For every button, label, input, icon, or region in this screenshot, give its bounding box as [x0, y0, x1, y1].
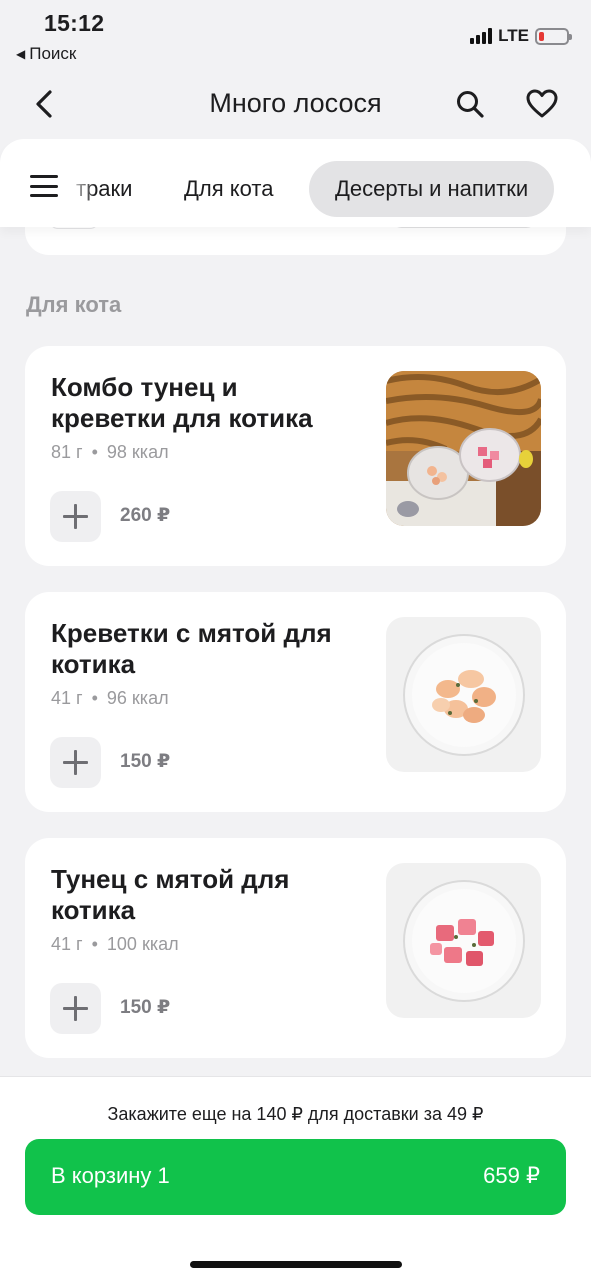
status-back-label: Поиск: [29, 44, 77, 63]
cart-total: 659 ₽: [483, 1163, 540, 1188]
product-card[interactable]: Креветки с мятой для котика 41 г • 96 ккал…: [25, 592, 566, 812]
heart-icon: [526, 89, 558, 118]
home-indicator: [190, 1261, 402, 1268]
tab-desserts-drinks[interactable]: Десерты и напитки: [309, 161, 555, 217]
status-bar: 15:12 ◀ Поиск LTE: [0, 0, 591, 72]
product-weight: 81 г: [51, 442, 83, 462]
product-card[interactable]: Комбо тунец и креветки для котика 81 г • 9…: [25, 346, 566, 566]
product-calories: 98 ккал: [106, 442, 169, 462]
section-title: Для кота: [26, 292, 122, 317]
product-meta: 81 г • 98 ккал: [51, 442, 169, 462]
tab-fade-overlay: [66, 161, 96, 217]
back-triangle-icon: ◀: [16, 47, 26, 61]
cart-button[interactable]: В корзину 1 659 ₽: [25, 1139, 566, 1215]
network-type: LTE: [498, 26, 529, 45]
product-name: Комбо тунец и креветки для котика: [51, 372, 313, 433]
signal-icon: [470, 28, 493, 44]
product-name: Креветки с мятой для котика: [51, 618, 332, 679]
product-weight: 41 г: [51, 934, 83, 954]
product-meta: 41 г • 96 ккал: [51, 688, 169, 708]
search-icon: [457, 91, 484, 118]
product-image: [386, 371, 541, 526]
favorite-button[interactable]: [522, 86, 562, 122]
product-card[interactable]: Тунец с мятой для котика 41 г • 100 ккал 1…: [25, 838, 566, 1058]
page-title: Много лосося: [209, 88, 382, 118]
category-bar: траки Для кота Десерты и напитки: [0, 139, 591, 227]
product-meta: 41 г • 100 ккал: [51, 934, 179, 954]
add-to-cart-button[interactable]: [50, 491, 101, 542]
product-name: Тунец с мятой для котика: [51, 864, 290, 925]
battery-icon: [535, 27, 572, 45]
product-price: 150 ₽: [120, 751, 171, 772]
product-image: [386, 863, 541, 1018]
search-button[interactable]: [450, 86, 490, 122]
product-price: 260 ₽: [120, 505, 171, 526]
product-calories: 100 ккал: [106, 934, 179, 954]
delivery-note: Закажите еще на 140 ₽ для доставки за 49…: [107, 1104, 484, 1124]
product-price: 150 ₽: [120, 997, 171, 1018]
status-indicators: LTE: [470, 26, 572, 46]
product-calories: 96 ккал: [106, 688, 169, 708]
add-to-cart-button[interactable]: [50, 983, 101, 1034]
status-time: 15:12: [44, 10, 105, 36]
tab-for-cat[interactable]: Для кота: [184, 161, 273, 217]
product-image: [386, 617, 541, 772]
add-to-cart-button[interactable]: [50, 737, 101, 788]
status-back-link[interactable]: ◀ Поиск: [16, 44, 76, 64]
categories-menu-button[interactable]: [30, 175, 58, 197]
nav-bar: Много лосося: [0, 72, 591, 136]
product-weight: 41 г: [51, 688, 83, 708]
cart-panel: Закажите еще на 140 ₽ для доставки за 49…: [0, 1076, 591, 1280]
cart-button-label: В корзину 1: [51, 1163, 170, 1188]
